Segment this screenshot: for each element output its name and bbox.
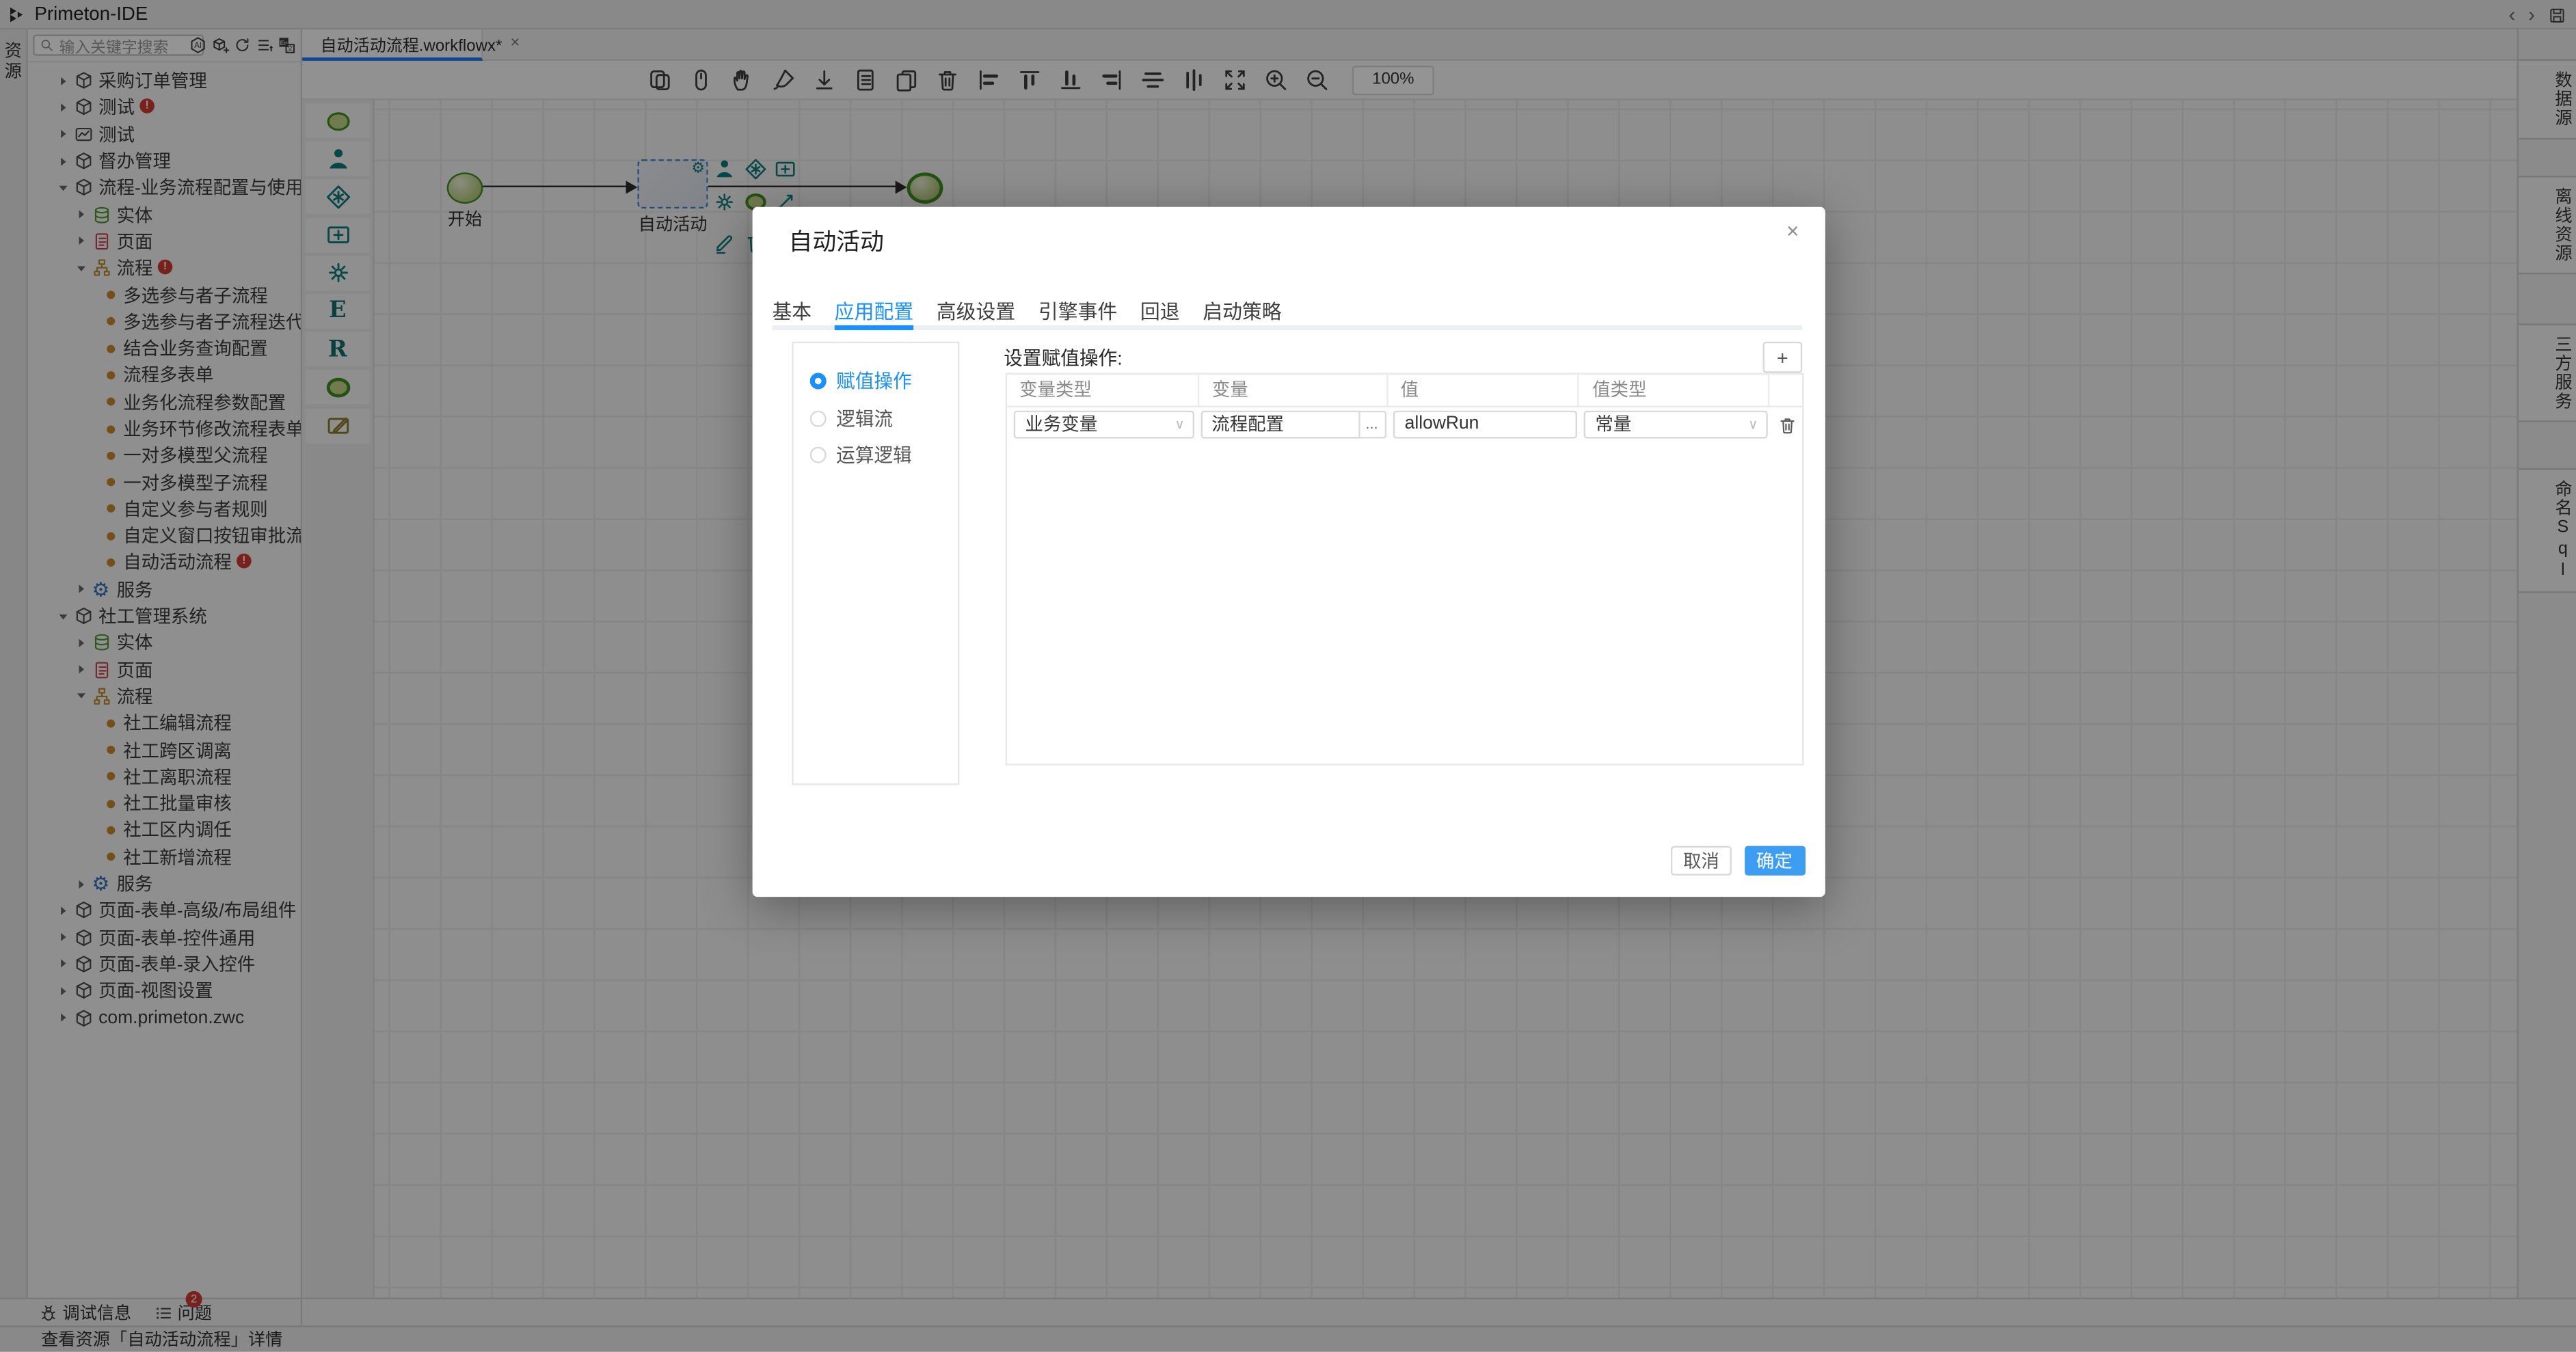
value-input[interactable]: allowRun (1393, 410, 1577, 439)
cancel-button[interactable]: 取消 (1671, 846, 1732, 876)
table-row: 业务变量 ∨ 流程配置 ... allowRun 常量 ∨ (1006, 407, 1801, 443)
column-header-actions (1769, 375, 1801, 405)
variable-input[interactable]: 流程配置 (1200, 410, 1359, 439)
radio-icon[interactable] (810, 373, 827, 390)
var-type-select[interactable]: 业务变量 ∨ (1014, 410, 1194, 439)
var-type-value: 业务变量 (1025, 411, 1098, 437)
modal-tab[interactable]: 基本 (772, 297, 811, 325)
radio-icon[interactable] (810, 447, 827, 463)
modal-tab[interactable]: 应用配置 (835, 297, 913, 325)
variable-picker-button[interactable]: ... (1360, 410, 1386, 439)
tabs-track (772, 325, 1802, 330)
radio-label: 运算逻辑 (836, 442, 912, 468)
radio-运算逻辑[interactable]: 运算逻辑 (794, 437, 958, 474)
value-text: allowRun (1405, 414, 1479, 434)
modal-tabs: 基本应用配置高级设置引擎事件回退启动策略 (772, 297, 1281, 325)
radio-label: 逻辑流 (836, 405, 893, 431)
radio-逻辑流[interactable]: 逻辑流 (794, 400, 958, 437)
radio-赋值操作[interactable]: 赋值操作 (794, 363, 958, 400)
column-header: 值 (1387, 375, 1579, 405)
value-type-select[interactable]: 常量 ∨ (1584, 410, 1768, 439)
modal-title: 自动活动 (788, 224, 883, 258)
chevron-down-icon: ∨ (1748, 417, 1758, 432)
variable-value: 流程配置 (1211, 411, 1284, 437)
assignment-table: 变量类型变量值值类型 业务变量 ∨ 流程配置 ... allowRun 常量 ∨ (1004, 373, 1803, 766)
modal-tab[interactable]: 回退 (1140, 297, 1180, 325)
radio-icon[interactable] (810, 410, 827, 427)
tabs-ink-bar (835, 325, 913, 330)
section-label: 设置赋值操作: (1004, 345, 1123, 371)
operation-type-panel: 赋值操作逻辑流运算逻辑 (792, 342, 959, 785)
modal-close-icon[interactable]: × (1786, 220, 1799, 241)
modal-tab[interactable]: 高级设置 (937, 297, 1015, 325)
column-header: 变量类型 (1006, 375, 1199, 405)
ok-button[interactable]: 确定 (1744, 846, 1805, 876)
modal-tab[interactable]: 启动策略 (1203, 297, 1281, 325)
delete-row-icon[interactable] (1777, 415, 1797, 435)
chevron-down-icon: ∨ (1175, 417, 1185, 432)
modal-auto-activity: 自动活动 × 基本应用配置高级设置引擎事件回退启动策略 赋值操作逻辑流运算逻辑 … (753, 207, 1825, 897)
add-row-button[interactable]: + (1763, 342, 1803, 373)
column-header: 变量 (1199, 375, 1388, 405)
value-type-value: 常量 (1595, 411, 1631, 437)
radio-label: 赋值操作 (836, 368, 912, 394)
modal-tab[interactable]: 引擎事件 (1038, 297, 1117, 325)
modal-footer: 取消 确定 (753, 846, 1825, 876)
column-header: 值类型 (1579, 375, 1769, 405)
